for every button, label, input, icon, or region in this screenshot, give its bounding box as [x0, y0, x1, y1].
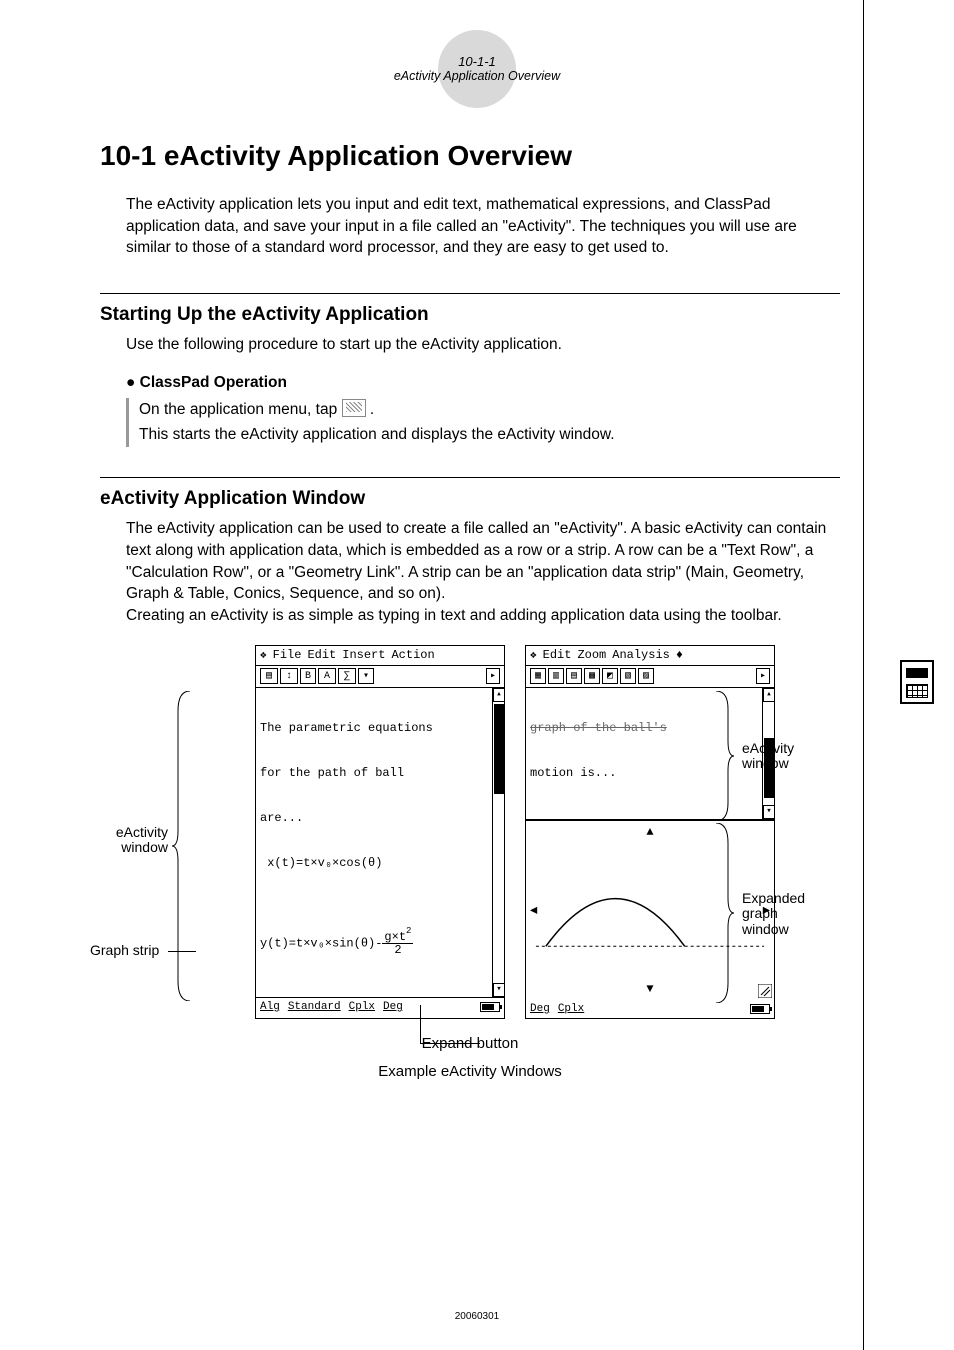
- menu-action[interactable]: Action: [391, 648, 434, 662]
- operation-line-2: This starts the eActivity application an…: [139, 423, 840, 448]
- graph-pane[interactable]: ▲ ▼ ◀ ▶: [526, 820, 774, 1000]
- menu-file[interactable]: File: [273, 648, 302, 662]
- ann-right-lower: Expanded graph window: [742, 891, 805, 937]
- status-standard[interactable]: Standard: [288, 1001, 341, 1013]
- left-statusbar: Alg Standard Cplx Deg: [256, 998, 504, 1016]
- left-brace: [172, 691, 192, 1001]
- section1-heading: Starting Up the eActivity Application: [100, 304, 840, 326]
- section-rule: [100, 477, 840, 478]
- ann-expand-button: Expand button: [100, 1035, 840, 1052]
- menu-edit[interactable]: Edit: [307, 648, 336, 662]
- calculator-side-icon: [900, 660, 934, 704]
- right-calc-window: ❖ Edit Zoom Analysis ♦ ▦ ▥ ▤ ▩ ◩ ▧ ▨: [525, 645, 775, 1019]
- left-body[interactable]: The parametric equations for the path of…: [256, 688, 504, 998]
- page-header-badge: 10-1-1 eActivity Application Overview: [438, 30, 516, 108]
- eactivity-app-icon: [342, 399, 366, 417]
- page-right-rule: [863, 0, 864, 1350]
- toolbar-mode-icon[interactable]: ↕: [280, 668, 298, 684]
- pan-up-icon[interactable]: ▲: [646, 825, 653, 839]
- figure-caption: Example eActivity Windows: [100, 1063, 840, 1080]
- toolbar-btn[interactable]: ▦: [530, 668, 546, 684]
- menu-insert[interactable]: Insert: [342, 648, 385, 662]
- toolbar-more-icon[interactable]: ▸: [486, 668, 500, 684]
- operation-line-1: On the application menu, tap .: [139, 398, 840, 423]
- status-alg[interactable]: Alg: [260, 1001, 280, 1013]
- menu-dropdown-icon[interactable]: ❖: [260, 648, 267, 662]
- toolbar-btn[interactable]: ▤: [566, 668, 582, 684]
- toolbar-btn[interactable]: ◩: [602, 668, 618, 684]
- toolbar-btn[interactable]: ▩: [584, 668, 600, 684]
- toolbar-text-icon[interactable]: A: [318, 668, 336, 684]
- section-rule: [100, 293, 840, 294]
- ann-right-upper: eActivity window: [742, 741, 794, 772]
- toolbar-dropdown-icon[interactable]: ▾: [358, 668, 374, 684]
- toolbar-bold-icon[interactable]: B: [300, 668, 316, 684]
- ann-line: [168, 951, 196, 952]
- toolbar-more-icon[interactable]: ▸: [756, 668, 770, 684]
- right-statusbar: Deg Cplx: [526, 1000, 774, 1018]
- right-brace-lower: [714, 823, 734, 1003]
- status-deg[interactable]: Deg: [530, 1003, 550, 1015]
- ann-left-window: eActivity window: [100, 825, 168, 856]
- battery-icon: [480, 1002, 500, 1012]
- menu-analysis[interactable]: Analysis: [612, 648, 670, 662]
- scroll-down-icon[interactable]: ▾: [493, 983, 504, 997]
- toolbar-btn[interactable]: ▧: [620, 668, 636, 684]
- page-number: 10-1-1: [458, 54, 496, 70]
- page-title: 10-1 eActivity Application Overview: [100, 140, 840, 172]
- left-calc-window: ❖ File Edit Insert Action ▤ ↕ B A ∑ ▾: [255, 645, 505, 1019]
- scroll-up-icon[interactable]: ▴: [763, 688, 774, 702]
- status-cplx[interactable]: Cplx: [349, 1001, 375, 1013]
- pan-left-icon[interactable]: ◀: [530, 903, 537, 918]
- menu-dropdown-icon[interactable]: ❖: [530, 648, 537, 662]
- menu-zoom[interactable]: Zoom: [577, 648, 606, 662]
- intro-paragraph: The eActivity application lets you input…: [126, 194, 840, 259]
- page-subtitle: eActivity Application Overview: [394, 69, 560, 84]
- left-menubar: ❖ File Edit Insert Action: [256, 646, 504, 666]
- scroll-down-icon[interactable]: ▾: [763, 805, 774, 819]
- menu-edit[interactable]: Edit: [543, 648, 572, 662]
- scroll-thumb[interactable]: [494, 704, 504, 794]
- page-footer-date: 20060301: [0, 1311, 954, 1322]
- left-scrollbar[interactable]: ▴ ▾: [492, 688, 504, 997]
- toolbar-btn[interactable]: ▨: [638, 668, 654, 684]
- ann-graph-strip: Graph strip: [90, 943, 159, 958]
- status-cplx[interactable]: Cplx: [558, 1003, 584, 1015]
- section2-text: The eActivity application can be used to…: [126, 518, 840, 626]
- right-menubar: ❖ Edit Zoom Analysis ♦: [526, 646, 774, 666]
- pan-down-icon[interactable]: ▼: [646, 982, 653, 996]
- figure-area: ❖ File Edit Insert Action ▤ ↕ B A ∑ ▾: [100, 645, 840, 1165]
- left-toolbar: ▤ ↕ B A ∑ ▾ ▸: [256, 666, 504, 688]
- status-deg[interactable]: Deg: [383, 1001, 403, 1013]
- section1-text: Use the following procedure to start up …: [126, 334, 840, 356]
- operation-block: On the application menu, tap . This star…: [126, 398, 840, 448]
- toolbar-save-icon[interactable]: ▤: [260, 668, 278, 684]
- toolbar-calc-icon[interactable]: ∑: [338, 668, 356, 684]
- menu-more[interactable]: ♦: [676, 648, 683, 662]
- scroll-up-icon[interactable]: ▴: [493, 688, 504, 702]
- section2-heading: eActivity Application Window: [100, 488, 840, 510]
- toolbar-btn[interactable]: ▥: [548, 668, 564, 684]
- right-brace-upper: [714, 691, 734, 821]
- right-body-upper[interactable]: graph of the ball's motion is... g=32×ft…: [526, 688, 774, 820]
- battery-icon: [750, 1004, 770, 1014]
- classpad-operation-heading: ● ClassPad Operation: [126, 374, 840, 392]
- resize-handle-icon[interactable]: [758, 984, 772, 998]
- right-toolbar: ▦ ▥ ▤ ▩ ◩ ▧ ▨ ▸: [526, 666, 774, 688]
